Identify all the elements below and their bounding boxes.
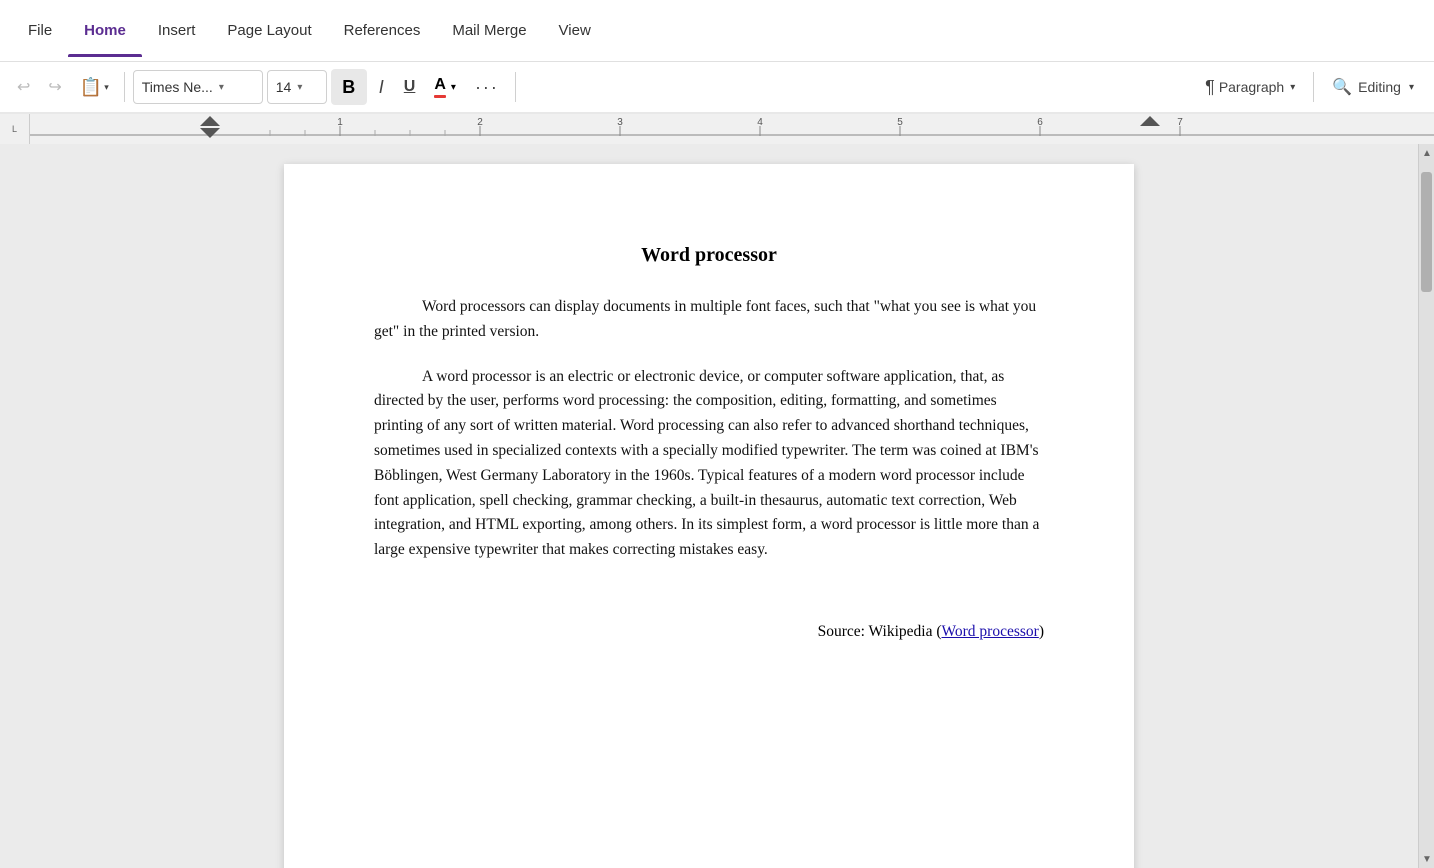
- menu-mail-merge[interactable]: Mail Merge: [436, 14, 542, 47]
- divider-3: [1313, 72, 1314, 102]
- search-icon: 🔍: [1332, 77, 1352, 97]
- svg-text:6: 6: [1037, 117, 1043, 128]
- source-citation: Source: Wikipedia (Word processor): [374, 623, 1044, 641]
- undo-button[interactable]: ↩: [10, 72, 37, 102]
- scroll-up-arrow[interactable]: ▲: [1419, 144, 1434, 162]
- italic-button[interactable]: I: [371, 72, 392, 103]
- font-color-button[interactable]: A ▾: [427, 71, 463, 103]
- content-area: Word processor Word processors can displ…: [0, 144, 1434, 868]
- ruler: 1 2 3 4 5 6 7: [30, 114, 1434, 144]
- clipboard-dropdown-arrow: ▾: [104, 82, 109, 93]
- ruler-right-margin: [1140, 116, 1160, 126]
- redo-button[interactable]: ↪: [41, 72, 68, 102]
- ruler-corner-icon: L: [12, 124, 17, 134]
- svg-text:2: 2: [477, 117, 483, 128]
- paragraph-1: Word processors can display documents in…: [374, 295, 1044, 345]
- svg-text:3: 3: [617, 117, 623, 128]
- menu-home[interactable]: Home: [68, 14, 142, 47]
- font-color-underline: [434, 95, 446, 98]
- ruler-corner: L: [0, 114, 30, 144]
- svg-text:4: 4: [757, 117, 763, 128]
- editing-arrow: ▾: [1409, 82, 1414, 93]
- source-text: Source: Wikipedia (: [818, 623, 942, 640]
- font-color-indicator: A: [434, 76, 446, 98]
- font-size-value: 14: [276, 79, 292, 95]
- clipboard-icon: 📋: [80, 77, 102, 98]
- font-name-arrow: ▾: [219, 82, 224, 93]
- toolbar: ↩ ↪ 📋 ▾ Times Ne... ▾ 14 ▾ B I U A ▾ ···…: [0, 62, 1434, 114]
- paragraph-2: A word processor is an electric or elect…: [374, 365, 1044, 563]
- font-name-dropdown[interactable]: Times Ne... ▾: [133, 70, 263, 104]
- scroll-thumb[interactable]: [1421, 172, 1432, 292]
- bold-button[interactable]: B: [331, 69, 367, 105]
- paragraph-button[interactable]: ¶ Paragraph ▾: [1195, 72, 1305, 103]
- paragraph-arrow: ▾: [1290, 82, 1295, 93]
- clipboard-button[interactable]: 📋 ▾: [73, 72, 116, 103]
- paragraph-label: Paragraph: [1219, 79, 1284, 95]
- menu-view[interactable]: View: [543, 14, 607, 47]
- font-size-arrow: ▾: [297, 82, 302, 93]
- scroll-track[interactable]: [1419, 162, 1434, 850]
- menu-references[interactable]: References: [328, 14, 437, 47]
- menu-file[interactable]: File: [12, 14, 68, 47]
- font-name-value: Times Ne...: [142, 79, 213, 95]
- editing-button[interactable]: 🔍 Editing ▾: [1322, 72, 1424, 102]
- document-page: Word processor Word processors can displ…: [284, 164, 1134, 868]
- divider-2: [515, 72, 516, 102]
- scrollbar-right[interactable]: ▲ ▼: [1418, 144, 1434, 868]
- ruler-indent-bottom: [200, 128, 220, 138]
- svg-text:1: 1: [337, 117, 343, 128]
- more-button[interactable]: ···: [467, 72, 507, 103]
- menu-bar: File Home Insert Page Layout References …: [0, 0, 1434, 62]
- pilcrow-icon: ¶: [1205, 77, 1215, 98]
- ruler-container: L 1 2 3 4 5 6 7: [0, 114, 1434, 144]
- source-link[interactable]: Word processor: [942, 623, 1039, 640]
- font-size-dropdown[interactable]: 14 ▾: [267, 70, 327, 104]
- source-closing: ): [1039, 623, 1044, 640]
- font-color-arrow: ▾: [451, 82, 456, 93]
- svg-text:5: 5: [897, 117, 903, 128]
- document-title: Word processor: [374, 244, 1044, 267]
- scroll-down-arrow[interactable]: ▼: [1419, 850, 1434, 868]
- editing-label: Editing: [1358, 79, 1401, 95]
- underline-button[interactable]: U: [396, 73, 424, 101]
- ruler-indent-top: [200, 116, 220, 126]
- document-area[interactable]: Word processor Word processors can displ…: [0, 144, 1418, 868]
- menu-insert[interactable]: Insert: [142, 14, 212, 47]
- menu-page-layout[interactable]: Page Layout: [211, 14, 327, 47]
- svg-text:7: 7: [1177, 117, 1183, 128]
- ruler-svg: 1 2 3 4 5 6 7: [30, 114, 1434, 144]
- divider-1: [124, 72, 125, 102]
